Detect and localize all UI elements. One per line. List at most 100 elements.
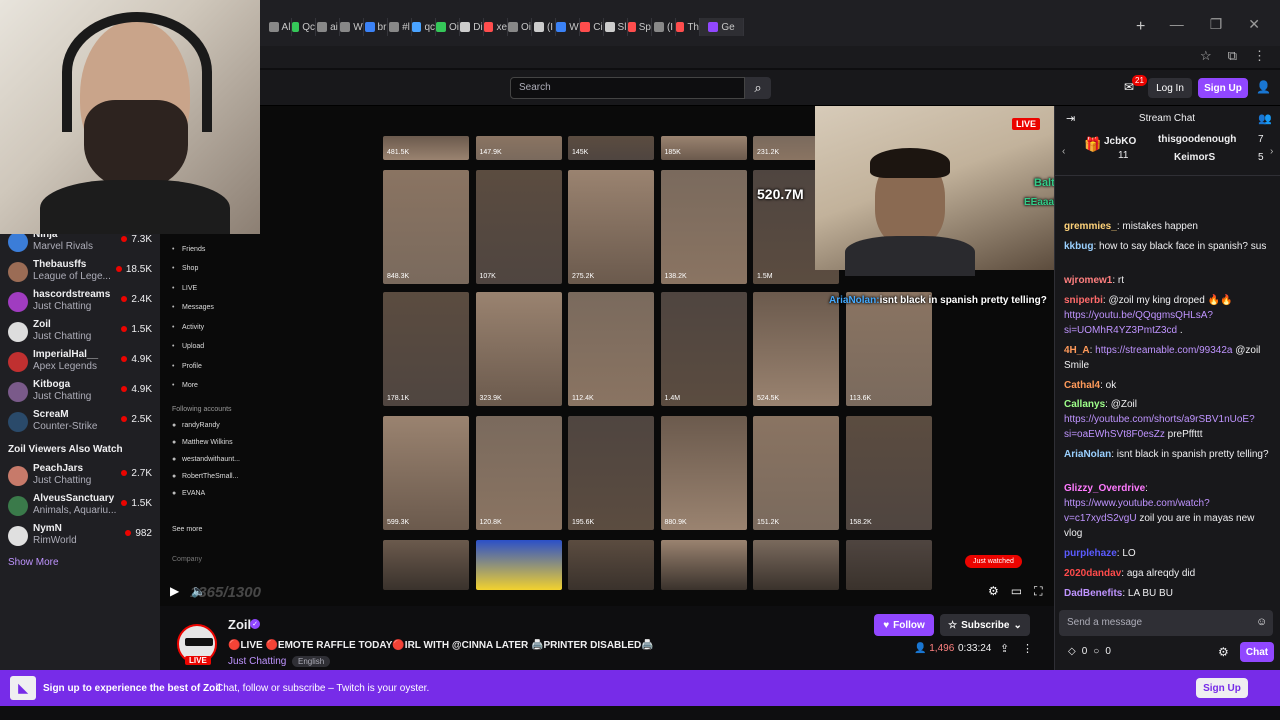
chat-username[interactable]: gremmies_ bbox=[1064, 221, 1117, 232]
chat-text: : @zoil my king droped 🔥🔥 bbox=[1102, 295, 1233, 306]
sidebar-channel[interactable]: Thebausffs League of Lege... 18.5K bbox=[0, 258, 160, 288]
chat-link[interactable]: https://youtube.com/shorts/a9rSBV1nUoE?s… bbox=[1064, 414, 1255, 440]
chat-send-button[interactable]: Chat bbox=[1240, 642, 1274, 662]
search-input[interactable]: Search bbox=[510, 77, 745, 99]
chat-text: : isnt black in spanish pretty telling? bbox=[1111, 449, 1269, 460]
play-icon[interactable]: ▶ bbox=[170, 584, 179, 598]
browser-tab[interactable]: Al bbox=[268, 18, 292, 36]
share-icon[interactable]: ⇪ bbox=[1000, 642, 1009, 655]
browser-tab[interactable]: (I bbox=[652, 18, 676, 36]
video-thumbnail bbox=[753, 540, 839, 590]
user-icon[interactable]: 👤 bbox=[1256, 80, 1271, 94]
browser-tab[interactable]: Qc bbox=[292, 18, 316, 36]
emoji-icon[interactable]: ☺ bbox=[1256, 616, 1267, 628]
channel-avatar bbox=[8, 526, 28, 546]
sidebar-channel[interactable]: hascordstreams Just Chatting 2.4K bbox=[0, 288, 160, 318]
browser-tab[interactable]: #l bbox=[388, 18, 412, 36]
thumbnail-view-count: 145K bbox=[572, 149, 589, 156]
browser-tab[interactable]: ai bbox=[316, 18, 340, 36]
chat-text: : ok bbox=[1100, 380, 1117, 391]
chat-link[interactable]: https://youtu.be/QQqgmsQHLsA?si=UOMhR4YZ… bbox=[1064, 310, 1213, 336]
chat-username[interactable]: AriaNolan bbox=[1064, 449, 1111, 460]
chat-link[interactable]: https://streamable.com/99342a bbox=[1095, 345, 1232, 356]
browser-tab[interactable]: Di bbox=[460, 18, 484, 36]
chat-username[interactable]: sniperbi bbox=[1064, 295, 1103, 306]
chat-settings-icon[interactable]: ⚙ bbox=[1218, 645, 1229, 659]
chat-input[interactable]: Send a message bbox=[1059, 610, 1273, 636]
chat-username[interactable]: Callanys bbox=[1064, 399, 1105, 410]
chat-username[interactable]: purplehaze bbox=[1064, 548, 1117, 559]
gift-icon: 🎁 bbox=[1084, 136, 1102, 152]
browser-tab[interactable]: br bbox=[364, 18, 388, 36]
browser-tab[interactable]: Oi bbox=[436, 18, 460, 36]
stream-category[interactable]: Just Chatting bbox=[228, 656, 286, 667]
overlay-chat-user: AriaNolan: bbox=[829, 295, 880, 306]
chat-username[interactable]: 2020dandav bbox=[1064, 568, 1121, 579]
chat-username[interactable]: Glizzy_Overdrive bbox=[1064, 483, 1145, 494]
browser-tab[interactable]: Ci bbox=[580, 18, 604, 36]
menu-icon[interactable]: ⋮ bbox=[1253, 48, 1266, 64]
sidebar-channel[interactable]: AlveusSanctuary Animals, Aquariu... 1.5K bbox=[0, 492, 160, 522]
notification-badge: 21 bbox=[1132, 75, 1147, 86]
browser-tab[interactable]: qc bbox=[412, 18, 436, 36]
chat-username[interactable]: kkbug bbox=[1064, 241, 1093, 252]
sidebar-channel[interactable]: PeachJars Just Chatting 2.7K bbox=[0, 462, 160, 492]
chat-username[interactable]: wjromew1 bbox=[1064, 275, 1112, 286]
thumbnail-view-count: 113.6K bbox=[849, 395, 872, 402]
video-thumbnail: 1.4M bbox=[660, 292, 747, 406]
leaderboard-next-icon[interactable]: › bbox=[1270, 146, 1273, 157]
new-tab-button[interactable]: + bbox=[1136, 18, 1145, 36]
browser-tab[interactable]: Oi bbox=[508, 18, 532, 36]
follow-button[interactable]: ♥ Follow bbox=[874, 614, 934, 636]
settings-icon[interactable]: ⚙ bbox=[988, 584, 999, 599]
chat-text: : aga alreqdy did bbox=[1121, 568, 1196, 579]
language-tag[interactable]: English bbox=[292, 656, 331, 667]
video-overlay-number: 520.7M bbox=[757, 186, 804, 202]
theatre-icon[interactable]: ▭ bbox=[1011, 584, 1022, 599]
more-options-icon[interactable]: ⋮ bbox=[1022, 642, 1033, 655]
sidebar-channel[interactable]: Zoil Just Chatting 1.5K bbox=[0, 318, 160, 348]
search-icon: ⌕ bbox=[754, 80, 762, 95]
leaderboard-prev-icon[interactable]: ‹ bbox=[1062, 146, 1065, 157]
browser-tab[interactable]: xe bbox=[484, 18, 508, 36]
search-button[interactable]: ⌕ bbox=[745, 77, 771, 99]
thumbnail-view-count: 151.2K bbox=[757, 519, 780, 526]
browser-tab[interactable]: Ge bbox=[700, 18, 744, 36]
video-thumbnail: 848.3K bbox=[383, 170, 469, 284]
browser-tab[interactable]: Sp bbox=[628, 18, 652, 36]
sidebar-channel[interactable]: Kitboga Just Chatting 4.9K bbox=[0, 378, 160, 408]
subscribe-button[interactable]: ☆ Subscribe ⌄ bbox=[940, 614, 1030, 636]
chat-users-icon[interactable]: 👥 bbox=[1258, 112, 1272, 125]
maximize-icon[interactable]: ❐ bbox=[1210, 16, 1223, 33]
browser-tab[interactable]: Sl bbox=[604, 18, 628, 36]
extension-icon[interactable]: ⧉ bbox=[1228, 48, 1237, 64]
thumbnail-view-count: 185K bbox=[664, 149, 681, 156]
browser-tab[interactable]: (I bbox=[532, 18, 556, 36]
browser-tab[interactable]: Th bbox=[676, 18, 700, 36]
show-more-link[interactable]: Show More bbox=[8, 557, 59, 568]
chat-username[interactable]: DadBenefits bbox=[1064, 588, 1122, 599]
live-badge: LIVE bbox=[1012, 118, 1041, 130]
tab-label: (I bbox=[666, 21, 674, 33]
channel-viewers: 4.9K bbox=[121, 354, 152, 365]
minimize-icon[interactable]: — bbox=[1170, 16, 1184, 33]
star-icon[interactable]: ☆ bbox=[1200, 48, 1212, 64]
sidebar-channel[interactable]: ScreaM Counter-Strike 2.5K bbox=[0, 408, 160, 438]
chat-username[interactable]: 4H_A bbox=[1064, 345, 1090, 356]
close-icon[interactable]: ✕ bbox=[1248, 16, 1260, 33]
channel-game: Just Chatting bbox=[33, 331, 92, 342]
fullscreen-icon[interactable]: ⛶ bbox=[1034, 584, 1042, 599]
signup-button[interactable]: Sign Up bbox=[1198, 78, 1248, 98]
browser-tab[interactable]: W bbox=[340, 18, 364, 36]
browser-tab[interactable]: W bbox=[556, 18, 580, 36]
banner-signup-button[interactable]: Sign Up bbox=[1196, 678, 1248, 698]
streamer-name[interactable]: Zoil bbox=[228, 617, 251, 632]
channel-points[interactable]: ◇ 0 ○ 0 bbox=[1068, 646, 1111, 657]
video-thumbnail: 323.9K bbox=[475, 292, 562, 406]
sidebar-channel[interactable]: ImperialHal__ Apex Legends 4.9K bbox=[0, 348, 160, 378]
sidebar-channel[interactable]: NymN RimWorld 982 bbox=[0, 522, 160, 552]
chat-username[interactable]: Cathal4 bbox=[1064, 380, 1100, 391]
volume-icon[interactable]: 🔈 bbox=[191, 584, 206, 598]
login-button[interactable]: Log In bbox=[1148, 78, 1192, 98]
chat-text: : LA BU BU bbox=[1122, 588, 1173, 599]
